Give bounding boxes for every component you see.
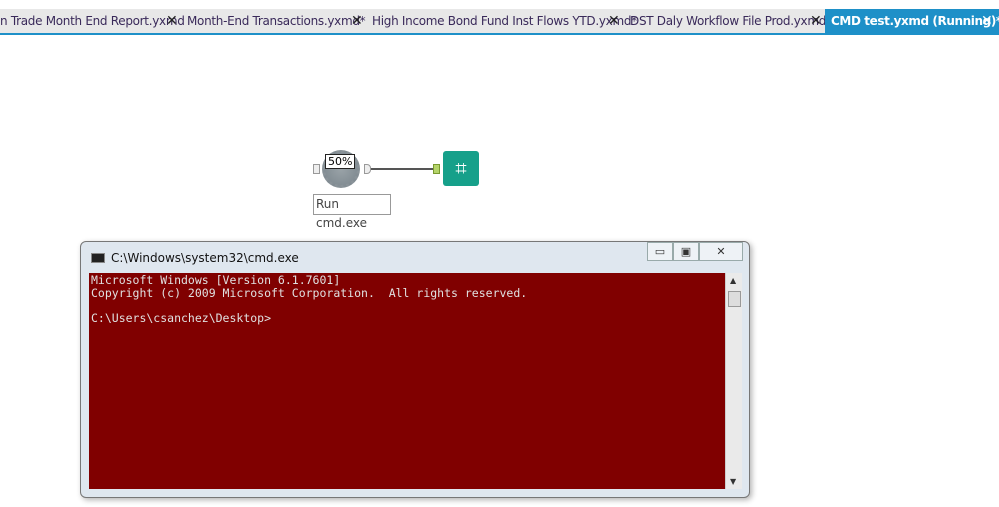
tab-label: n Trade Month End Report.yxmd bbox=[0, 14, 185, 28]
cmd-window: C:\Windows\system32\cmd.exe ▭ ▣ ✕ Micros… bbox=[80, 241, 750, 498]
vertical-scrollbar[interactable]: ▲ ▼ bbox=[725, 273, 742, 489]
tab-label: High Income Bond Fund Inst Flows YTD.yxm… bbox=[372, 14, 637, 28]
tab-month-end-transactions[interactable]: Month-End Transactions.yxmd* ✕ bbox=[187, 9, 366, 33]
close-icon[interactable]: ✕ bbox=[608, 9, 620, 33]
binoculars-icon[interactable]: ⌗ bbox=[443, 151, 479, 186]
close-icon[interactable]: ✕ bbox=[351, 9, 363, 33]
close-icon[interactable]: ✕ bbox=[810, 9, 822, 33]
console-line: Copyright (c) 2009 Microsoft Corporation… bbox=[91, 285, 528, 300]
window-title: C:\Windows\system32\cmd.exe bbox=[91, 251, 299, 265]
connection-line bbox=[371, 168, 433, 170]
input-anchor[interactable] bbox=[313, 164, 320, 174]
tab-dst-daily-workflow[interactable]: DST Daly Workflow File Prod.yxmd ✕ bbox=[630, 9, 826, 33]
tab-high-income-bond[interactable]: High Income Bond Fund Inst Flows YTD.yxm… bbox=[372, 9, 637, 33]
scroll-down-icon[interactable]: ▼ bbox=[730, 477, 736, 486]
console-prompt: C:\Users\csanchez\Desktop> bbox=[91, 310, 272, 325]
tab-label: CMD test.yxmd (Running)* bbox=[831, 14, 999, 28]
tab-bar: n Trade Month End Report.yxmd ✕ Month-End… bbox=[0, 9, 999, 35]
minimize-button[interactable]: ▭ bbox=[647, 242, 673, 261]
console-line: Microsoft Windows [Version 6.1.7601] bbox=[91, 273, 341, 287]
tab-label: DST Daly Workflow File Prod.yxmd bbox=[630, 14, 827, 28]
tool-annotation: Run cmd.exe bbox=[313, 194, 391, 230]
window-title-text: C:\Windows\system32\cmd.exe bbox=[111, 251, 299, 265]
close-button[interactable]: ✕ bbox=[699, 242, 743, 261]
tab-cmd-test[interactable]: CMD test.yxmd (Running)* ✕ bbox=[825, 9, 999, 33]
scroll-thumb[interactable] bbox=[728, 291, 741, 307]
output-anchor[interactable] bbox=[364, 164, 371, 174]
tab-trade-month-end[interactable]: n Trade Month End Report.yxmd ✕ bbox=[0, 9, 185, 33]
close-icon[interactable]: ✕ bbox=[981, 9, 993, 33]
console-output[interactable]: Microsoft Windows [Version 6.1.7601] Copy… bbox=[89, 273, 725, 489]
browse-input-anchor[interactable] bbox=[433, 164, 440, 174]
restore-button[interactable]: ▣ bbox=[673, 242, 699, 261]
scroll-up-icon[interactable]: ▲ bbox=[730, 276, 736, 285]
tab-label: Month-End Transactions.yxmd* bbox=[187, 14, 366, 28]
close-icon[interactable]: ✕ bbox=[166, 9, 178, 33]
progress-indicator: 50% bbox=[325, 154, 356, 169]
console-icon bbox=[91, 253, 105, 263]
